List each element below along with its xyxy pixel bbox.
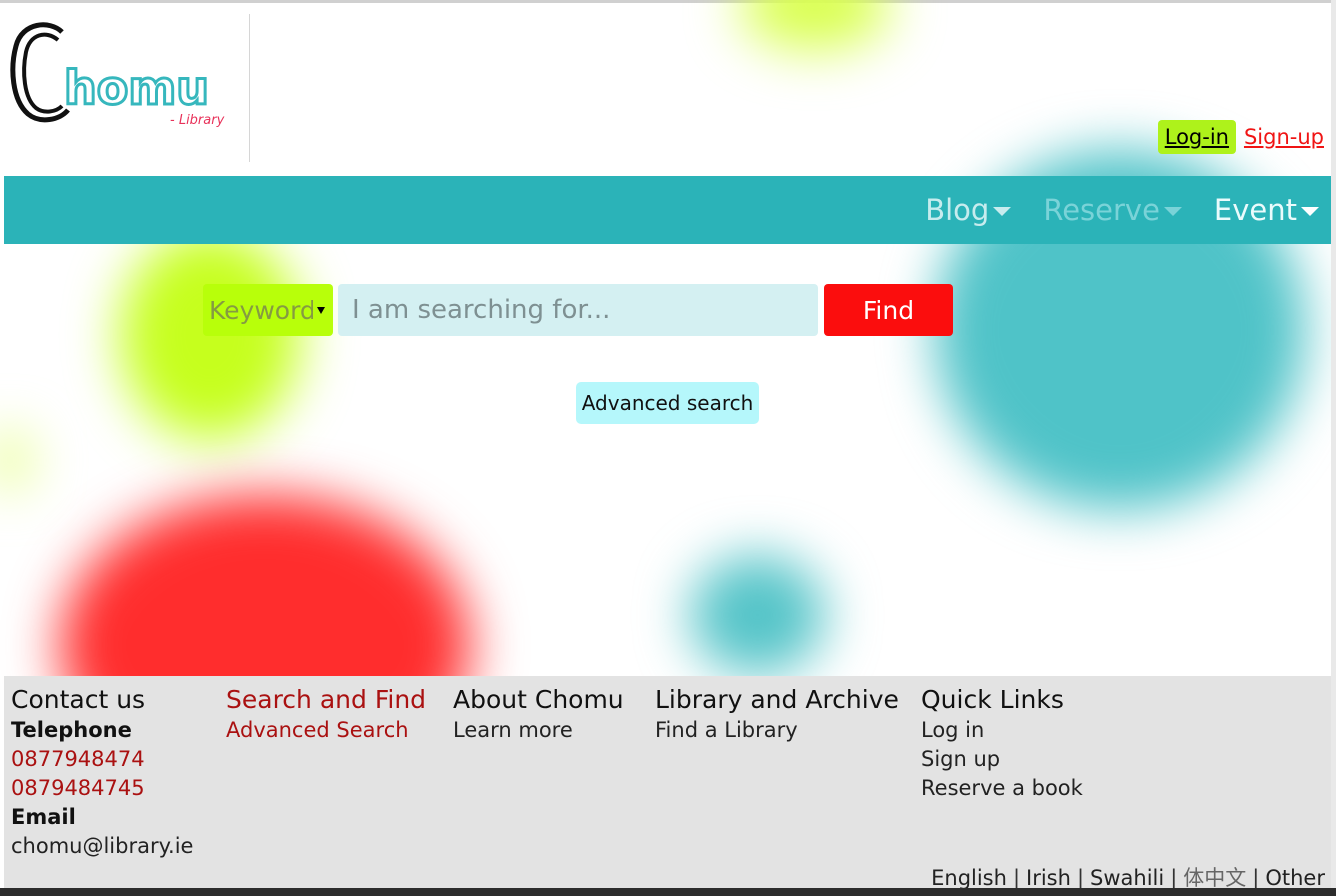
decorative-blob — [690, 555, 825, 675]
footer-contact: Contact us Telephone 0877948474 08794847… — [11, 684, 193, 861]
nav-item-event[interactable]: Event — [1214, 193, 1319, 227]
chevron-down-icon — [1163, 207, 1182, 216]
login-link[interactable]: Log-in — [1157, 120, 1236, 154]
nav-item-label: Reserve — [1043, 193, 1160, 227]
footer-heading: About Chomu — [453, 685, 624, 714]
email-label: Email — [11, 805, 76, 829]
footer-link-learn-more[interactable]: Learn more — [453, 716, 624, 745]
footer-about: About Chomu Learn more — [453, 684, 624, 745]
dropdown-arrow-icon — [317, 307, 325, 314]
footer-heading: Contact us — [11, 685, 146, 714]
taskbar-strip — [0, 888, 1336, 896]
phone-number[interactable]: 0877948474 — [11, 745, 193, 774]
search-type-value: Keyword — [209, 295, 313, 325]
advanced-search-button[interactable]: Advanced search — [576, 382, 759, 424]
decorative-blob — [740, 0, 890, 50]
footer-link-advanced-search[interactable]: Advanced Search — [226, 716, 426, 745]
scrollbar-edge — [1331, 0, 1336, 896]
footer-library: Library and Archive Find a Library — [655, 684, 899, 745]
language-link[interactable]: English — [931, 866, 1007, 890]
nav-item-label: Blog — [925, 193, 990, 227]
email-link[interactable]: chomu@library.ie — [11, 832, 193, 861]
footer-link-reserve[interactable]: Reserve a book — [921, 774, 1083, 803]
logo-wordmark: homu — [64, 61, 209, 115]
auth-links: Log-in Sign-up — [1157, 120, 1324, 154]
footer-link-signup[interactable]: Sign up — [921, 745, 1083, 774]
divider: | — [1252, 866, 1260, 890]
language-link[interactable]: Swahili — [1090, 866, 1164, 890]
footer: Contact us Telephone 0877948474 08794847… — [4, 676, 1331, 890]
language-link[interactable]: Irish — [1026, 866, 1071, 890]
top-border — [0, 0, 1336, 3]
footer-heading: Quick Links — [921, 685, 1064, 714]
nav-item-blog[interactable]: Blog — [925, 193, 1012, 227]
main-nav: Blog Reserve Event — [4, 176, 1331, 244]
search-type-select[interactable]: Keyword — [203, 284, 333, 336]
divider: | — [1076, 866, 1085, 890]
chevron-down-icon — [1301, 207, 1319, 216]
nav-item-reserve[interactable]: Reserve — [1043, 193, 1182, 227]
phone-number[interactable]: 0879484745 — [11, 774, 193, 803]
find-button[interactable]: Find — [824, 284, 953, 336]
signup-link[interactable]: Sign-up — [1244, 125, 1324, 149]
divider: | — [1012, 866, 1021, 890]
footer-search-find: Search and Find Advanced Search — [226, 684, 426, 745]
footer-link-login[interactable]: Log in — [921, 716, 1083, 745]
footer-quick-links: Quick Links Log in Sign up Reserve a boo… — [921, 684, 1083, 803]
search-input[interactable] — [338, 284, 818, 336]
chevron-down-icon — [993, 207, 1012, 216]
footer-heading: Library and Archive — [655, 685, 899, 714]
divider: | — [1170, 866, 1178, 890]
language-link[interactable]: Other — [1265, 866, 1325, 890]
footer-heading: Search and Find — [226, 685, 427, 714]
header-divider — [249, 14, 250, 162]
nav-item-label: Event — [1213, 193, 1297, 227]
telephone-label: Telephone — [11, 718, 132, 742]
logo-tagline: - Library — [170, 113, 225, 128]
chomu-logo[interactable]: homu - Library — [10, 18, 225, 128]
footer-link-find-library[interactable]: Find a Library — [655, 716, 899, 745]
decorative-blob — [0, 430, 30, 490]
